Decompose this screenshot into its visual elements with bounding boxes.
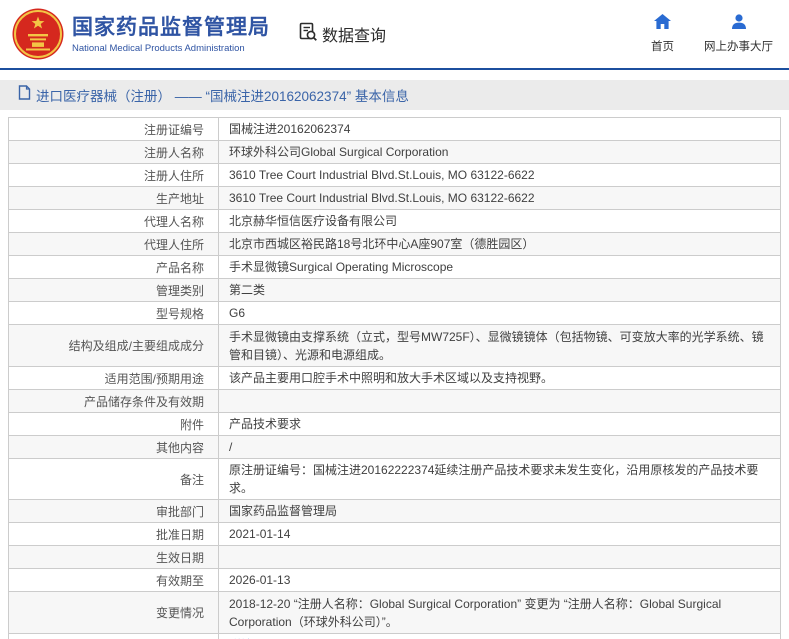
- row-label: 有效期至: [9, 569, 219, 591]
- row-label: 产品储存条件及有效期: [9, 390, 219, 412]
- row-value: 2018-12-20 “注册人名称：Global Surgical Corpor…: [219, 592, 780, 633]
- header-links: 首页 网上办事大厅: [651, 14, 773, 54]
- table-row: 注册人住所3610 Tree Court Industrial Blvd.St.…: [8, 164, 781, 187]
- table-row: 批准日期2021-01-14: [8, 523, 781, 546]
- site-title: 国家药品监督管理局: [72, 15, 270, 41]
- row-label: 审批部门: [9, 500, 219, 522]
- row-value: 该产品主要用口腔手术中照明和放大手术区域以及支持视野。: [219, 367, 780, 389]
- nav-online-hall-label: 网上办事大厅: [704, 38, 773, 54]
- row-label: 管理类别: [9, 279, 219, 301]
- row-label: 附件: [9, 413, 219, 435]
- row-label: 型号规格: [9, 302, 219, 324]
- table-row: 产品名称手术显微镜Surgical Operating Microscope: [8, 256, 781, 279]
- table-row: 生效日期: [8, 546, 781, 569]
- nav-data-query[interactable]: 数据查询: [298, 22, 386, 47]
- row-label: 其他内容: [9, 436, 219, 458]
- row-label: 代理人住所: [9, 233, 219, 255]
- document-icon: [18, 85, 31, 105]
- row-value: 原注册证编号：国械注进20162222374延续注册产品技术要求未发生变化，沿用…: [219, 459, 780, 499]
- table-row: 有效期至2026-01-13: [8, 569, 781, 592]
- row-value: 国械注进20162062374: [219, 118, 780, 140]
- row-value: [219, 390, 780, 412]
- row-value: G6: [219, 302, 780, 324]
- table-row: 审批部门国家药品监督管理局: [8, 500, 781, 523]
- table-row: 适用范围/预期用途该产品主要用口腔手术中照明和放大手术区域以及支持视野。: [8, 367, 781, 390]
- row-label: 注册证编号: [9, 118, 219, 140]
- table-row: 备注原注册证编号：国械注进20162222374延续注册产品技术要求未发生变化，…: [8, 459, 781, 500]
- row-value: 3610 Tree Court Industrial Blvd.St.Louis…: [219, 187, 780, 209]
- row-value: 2021-01-14: [219, 523, 780, 545]
- table-row: 变更情况2018-12-20 “注册人名称：Global Surgical Co…: [8, 592, 781, 634]
- breadcrumb: 进口医疗器械（注册） —— “国械注进20162062374” 基本信息: [0, 80, 789, 110]
- table-row: 管理类别第二类: [8, 279, 781, 302]
- table-row: 代理人住所北京市西城区裕民路18号北环中心A座907室（德胜园区）: [8, 233, 781, 256]
- nav-home[interactable]: 首页: [651, 14, 674, 54]
- row-value: 环球外科公司Global Surgical Corporation: [219, 141, 780, 163]
- table-row: 附件产品技术要求: [8, 413, 781, 436]
- table-row: 结构及组成/主要组成成分手术显微镜由支撑系统（立式，型号MW725F）、显微镜镜…: [8, 325, 781, 367]
- table-row: 型号规格G6: [8, 302, 781, 325]
- table-row: 注册证编号国械注进20162062374: [8, 118, 781, 141]
- row-value: 手术显微镜由支撑系统（立式，型号MW725F）、显微镜镜体（包括物镜、可变放大率…: [219, 325, 780, 366]
- data-query-label: 数据查询: [322, 22, 386, 46]
- main-content: 注册证编号国械注进20162062374注册人名称环球外科公司Global Su…: [0, 117, 789, 639]
- registration-info-table: 注册证编号国械注进20162062374注册人名称环球外科公司Global Su…: [8, 117, 781, 639]
- row-value: 北京市西城区裕民路18号北环中心A座907室（德胜园区）: [219, 233, 780, 255]
- row-value: 手术显微镜Surgical Operating Microscope: [219, 256, 780, 278]
- national-emblem-logo: [12, 8, 64, 60]
- row-value: 详情: [219, 634, 780, 639]
- row-label: 代理人名称: [9, 210, 219, 232]
- table-row: 生产地址3610 Tree Court Industrial Blvd.St.L…: [8, 187, 781, 210]
- row-label: 备注: [9, 459, 219, 499]
- table-row: 注册人名称环球外科公司Global Surgical Corporation: [8, 141, 781, 164]
- user-icon: [731, 14, 747, 34]
- breadcrumb-text: 进口医疗器械（注册） —— “国械注进20162062374” 基本信息: [36, 85, 409, 105]
- site-subtitle: National Medical Products Administration: [72, 43, 270, 54]
- data-query-icon: [298, 22, 318, 47]
- row-label: 结构及组成/主要组成成分: [9, 325, 219, 366]
- row-label: 产品名称: [9, 256, 219, 278]
- row-value: /: [219, 436, 780, 458]
- row-value: 2026-01-13: [219, 569, 780, 591]
- row-label: 批准日期: [9, 523, 219, 545]
- nav-home-label: 首页: [651, 38, 674, 54]
- table-row: 注详情: [8, 634, 781, 639]
- row-label: 注: [9, 634, 219, 639]
- table-row: 产品储存条件及有效期: [8, 390, 781, 413]
- nav-online-hall[interactable]: 网上办事大厅: [704, 14, 773, 54]
- row-label: 注册人名称: [9, 141, 219, 163]
- row-label: 变更情况: [9, 592, 219, 633]
- row-label: 适用范围/预期用途: [9, 367, 219, 389]
- row-label: 注册人住所: [9, 164, 219, 186]
- row-value: 北京赫华恒信医疗设备有限公司: [219, 210, 780, 232]
- home-icon: [654, 14, 671, 34]
- row-value: [219, 546, 780, 568]
- table-row: 代理人名称北京赫华恒信医疗设备有限公司: [8, 210, 781, 233]
- row-value: 国家药品监督管理局: [219, 500, 780, 522]
- row-label: 生效日期: [9, 546, 219, 568]
- table-row: 其他内容/: [8, 436, 781, 459]
- row-value: 产品技术要求: [219, 413, 780, 435]
- row-value: 3610 Tree Court Industrial Blvd.St.Louis…: [219, 164, 780, 186]
- site-header: 国家药品监督管理局 National Medical Products Admi…: [0, 0, 789, 70]
- row-label: 生产地址: [9, 187, 219, 209]
- row-value: 第二类: [219, 279, 780, 301]
- site-title-block: 国家药品监督管理局 National Medical Products Admi…: [72, 15, 270, 54]
